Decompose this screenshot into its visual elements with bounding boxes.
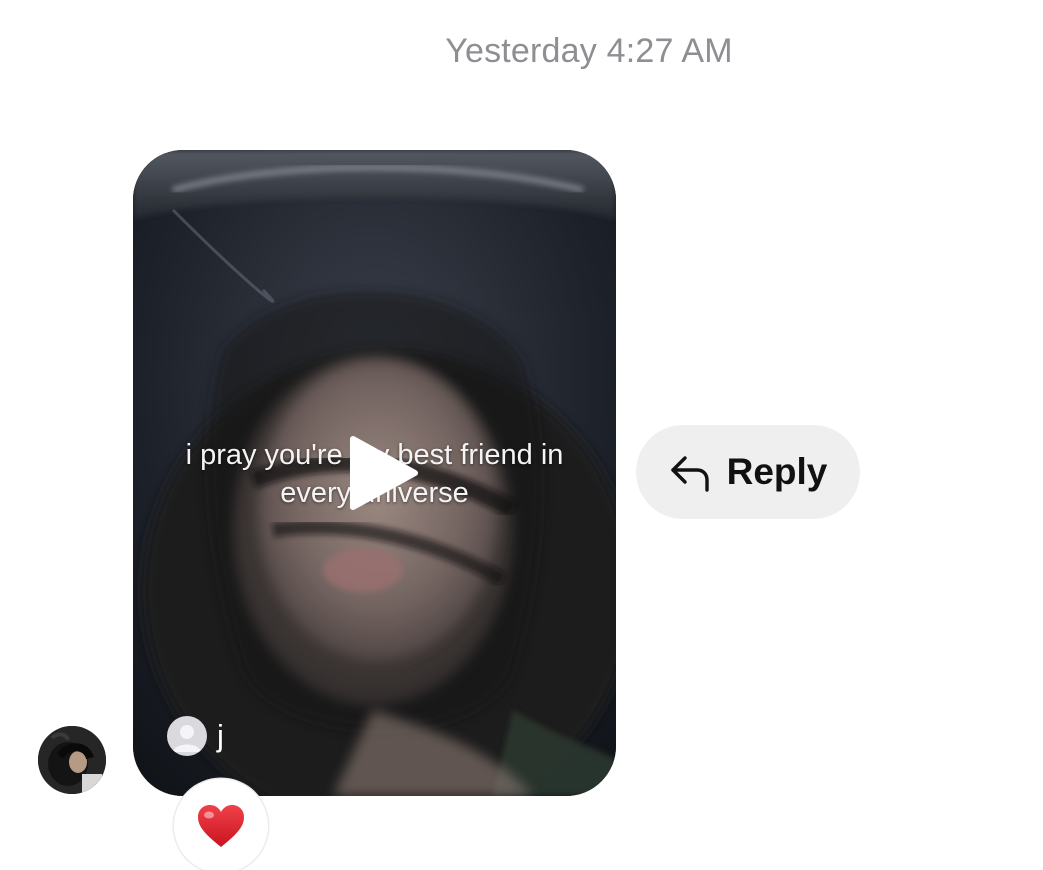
shared-video-message[interactable]: i pray you're my best friend in every un… xyxy=(133,150,616,796)
chat-thread: Yesterday 4:27 AM i pray you're best fri… xyxy=(0,0,1043,870)
sender-name: j xyxy=(217,718,224,753)
reply-button[interactable]: Reply xyxy=(636,425,860,519)
heart-reaction[interactable] xyxy=(174,779,268,870)
heart-icon xyxy=(198,805,244,847)
play-icon[interactable] xyxy=(345,433,421,513)
person-icon xyxy=(173,725,201,752)
avatar-photo xyxy=(38,726,106,794)
message-timestamp: Yesterday 4:27 AM xyxy=(445,32,733,70)
video-sender[interactable]: j xyxy=(167,716,224,756)
sender-avatar-icon xyxy=(167,716,207,756)
contact-avatar[interactable] xyxy=(38,726,106,794)
reply-arrow-icon xyxy=(670,456,709,492)
reply-label: Reply xyxy=(726,451,828,492)
